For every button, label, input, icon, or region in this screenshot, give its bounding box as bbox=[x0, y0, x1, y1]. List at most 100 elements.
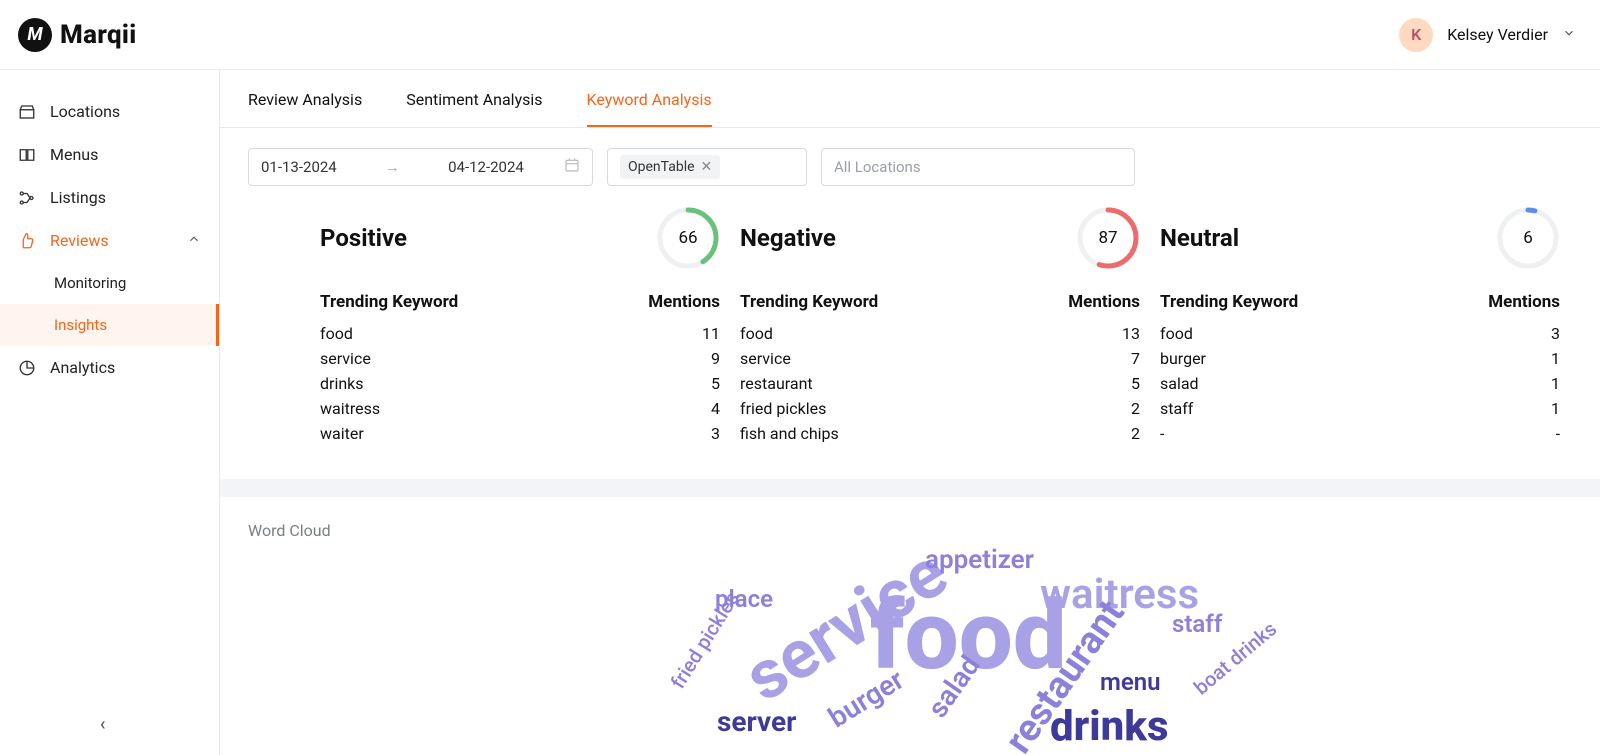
tab-sentiment-analysis[interactable]: Sentiment Analysis bbox=[406, 90, 542, 127]
sidebar-item-listings[interactable]: Listings bbox=[0, 176, 219, 219]
keyword-text: fried pickles bbox=[740, 399, 826, 418]
keyword-mentions: 13 bbox=[1122, 324, 1140, 343]
sidebar-item-menus[interactable]: Menus bbox=[0, 133, 219, 176]
sidebar-item-insights[interactable]: Insights bbox=[0, 304, 219, 346]
keyword-mentions: 7 bbox=[1131, 349, 1140, 368]
location-filter[interactable]: All Locations bbox=[821, 148, 1135, 186]
sidebar-item-monitoring[interactable]: Monitoring bbox=[0, 262, 219, 304]
word-cloud-word[interactable]: drinks bbox=[1050, 702, 1169, 751]
keyword-text: food bbox=[320, 324, 353, 343]
keyword-text: waiter bbox=[320, 424, 364, 443]
col-header-keyword: Trending Keyword bbox=[1160, 292, 1298, 312]
keyword-mentions: 1 bbox=[1551, 349, 1560, 368]
sentiment-ring: 87 bbox=[1076, 206, 1140, 270]
sidebar-item-label: Reviews bbox=[50, 231, 109, 250]
thumbs-up-icon bbox=[18, 232, 36, 250]
word-cloud-word[interactable]: menu bbox=[1100, 668, 1161, 696]
sentiment-column: Negative 87 Trending Keyword Mentions fo… bbox=[740, 206, 1140, 449]
word-cloud-word[interactable]: appetizer bbox=[925, 545, 1034, 575]
location-placeholder: All Locations bbox=[834, 158, 921, 176]
chevron-up-icon bbox=[187, 232, 201, 250]
book-icon bbox=[18, 146, 36, 164]
keyword-mentions: 3 bbox=[711, 424, 720, 443]
keyword-row: staff 1 bbox=[1160, 399, 1560, 418]
keyword-sentiment-panel: Positive 66 Trending Keyword Mentions fo… bbox=[220, 206, 1600, 479]
keyword-row: fried pickles 2 bbox=[740, 399, 1140, 418]
keyword-mentions: 9 bbox=[711, 349, 720, 368]
keyword-mentions: 5 bbox=[1131, 374, 1140, 393]
tab-review-analysis[interactable]: Review Analysis bbox=[248, 90, 362, 127]
filter-bar: 01-13-2024 → 04-12-2024 OpenTable ✕ All … bbox=[220, 128, 1600, 206]
keyword-mentions: 2 bbox=[1131, 424, 1140, 443]
word-cloud-word[interactable]: server bbox=[717, 705, 796, 738]
keyword-mentions: 1 bbox=[1551, 399, 1560, 418]
sidebar-item-analytics[interactable]: Analytics bbox=[0, 346, 219, 389]
network-icon bbox=[18, 189, 36, 207]
col-header-mentions: Mentions bbox=[1488, 292, 1560, 312]
keyword-text: service bbox=[740, 349, 791, 368]
keyword-text: food bbox=[1160, 324, 1193, 343]
keyword-row: food 11 bbox=[320, 324, 720, 343]
keyword-row: waiter 3 bbox=[320, 424, 720, 443]
keyword-row: restaurant 5 bbox=[740, 374, 1140, 393]
keyword-text: staff bbox=[1160, 399, 1193, 418]
sentiment-title: Neutral bbox=[1160, 224, 1239, 252]
date-start: 01-13-2024 bbox=[261, 158, 337, 176]
sidebar: Locations Menus Listings Reviews Monitor… bbox=[0, 70, 220, 755]
col-header-keyword: Trending Keyword bbox=[320, 292, 458, 312]
keyword-mentions: 1 bbox=[1551, 374, 1560, 393]
keyword-text: food bbox=[740, 324, 773, 343]
word-cloud-word[interactable]: staff bbox=[1172, 610, 1222, 638]
keyword-row: fish and chips 2 bbox=[740, 424, 1140, 443]
user-name: Kelsey Verdier bbox=[1447, 25, 1548, 44]
source-filter[interactable]: OpenTable ✕ bbox=[607, 148, 807, 186]
keyword-row: food 13 bbox=[740, 324, 1140, 343]
brand-logo[interactable]: M Marqii bbox=[18, 18, 137, 52]
col-header-keyword: Trending Keyword bbox=[740, 292, 878, 312]
chip-label: OpenTable bbox=[628, 159, 695, 175]
keyword-mentions: 11 bbox=[702, 324, 720, 343]
main-content: Review Analysis Sentiment Analysis Keywo… bbox=[220, 70, 1600, 755]
sidebar-collapse-button[interactable]: ‹ bbox=[100, 714, 105, 735]
date-range-picker[interactable]: 01-13-2024 → 04-12-2024 bbox=[248, 148, 593, 186]
keyword-row: waitress 4 bbox=[320, 399, 720, 418]
word-cloud-canvas: foodservicewaitressappetizerplacestafffr… bbox=[440, 550, 1380, 755]
user-menu[interactable]: K Kelsey Verdier bbox=[1399, 18, 1576, 52]
close-icon[interactable]: ✕ bbox=[701, 159, 713, 175]
date-end: 04-12-2024 bbox=[448, 158, 524, 176]
app-header: M Marqii K Kelsey Verdier bbox=[0, 0, 1600, 70]
keyword-row: burger 1 bbox=[1160, 349, 1560, 368]
pie-chart-icon bbox=[18, 359, 36, 377]
sidebar-item-label: Insights bbox=[54, 316, 107, 334]
word-cloud-card: Word Cloud foodservicewaitressappetizerp… bbox=[220, 497, 1600, 755]
source-chip: OpenTable ✕ bbox=[620, 155, 720, 179]
word-cloud-word[interactable]: fried pickles bbox=[666, 587, 744, 693]
sidebar-item-label: Menus bbox=[50, 145, 98, 164]
keyword-text: waitress bbox=[320, 399, 380, 418]
keyword-mentions: 4 bbox=[711, 399, 720, 418]
keyword-row: salad 1 bbox=[1160, 374, 1560, 393]
sentiment-column: Neutral 6 Trending Keyword Mentions food… bbox=[1160, 206, 1560, 449]
keyword-row: - - bbox=[1160, 424, 1560, 443]
tab-keyword-analysis[interactable]: Keyword Analysis bbox=[587, 90, 712, 127]
avatar: K bbox=[1399, 18, 1433, 52]
sentiment-title: Positive bbox=[320, 224, 407, 252]
keyword-mentions: - bbox=[1556, 424, 1560, 443]
store-icon bbox=[18, 103, 36, 121]
sentiment-value: 87 bbox=[1076, 206, 1140, 270]
col-header-mentions: Mentions bbox=[648, 292, 720, 312]
arrow-right-icon: → bbox=[377, 158, 408, 176]
keyword-text: fish and chips bbox=[740, 424, 839, 443]
keyword-text: salad bbox=[1160, 374, 1199, 393]
sentiment-ring: 66 bbox=[656, 206, 720, 270]
keyword-mentions: 3 bbox=[1551, 324, 1560, 343]
keyword-row: service 9 bbox=[320, 349, 720, 368]
keyword-text: restaurant bbox=[740, 374, 813, 393]
sentiment-ring: 6 bbox=[1496, 206, 1560, 270]
sentiment-title: Negative bbox=[740, 224, 836, 252]
keyword-row: food 3 bbox=[1160, 324, 1560, 343]
sidebar-item-reviews[interactable]: Reviews bbox=[0, 219, 219, 262]
keyword-text: service bbox=[320, 349, 371, 368]
chevron-down-icon bbox=[1562, 25, 1576, 44]
sidebar-item-locations[interactable]: Locations bbox=[0, 90, 219, 133]
